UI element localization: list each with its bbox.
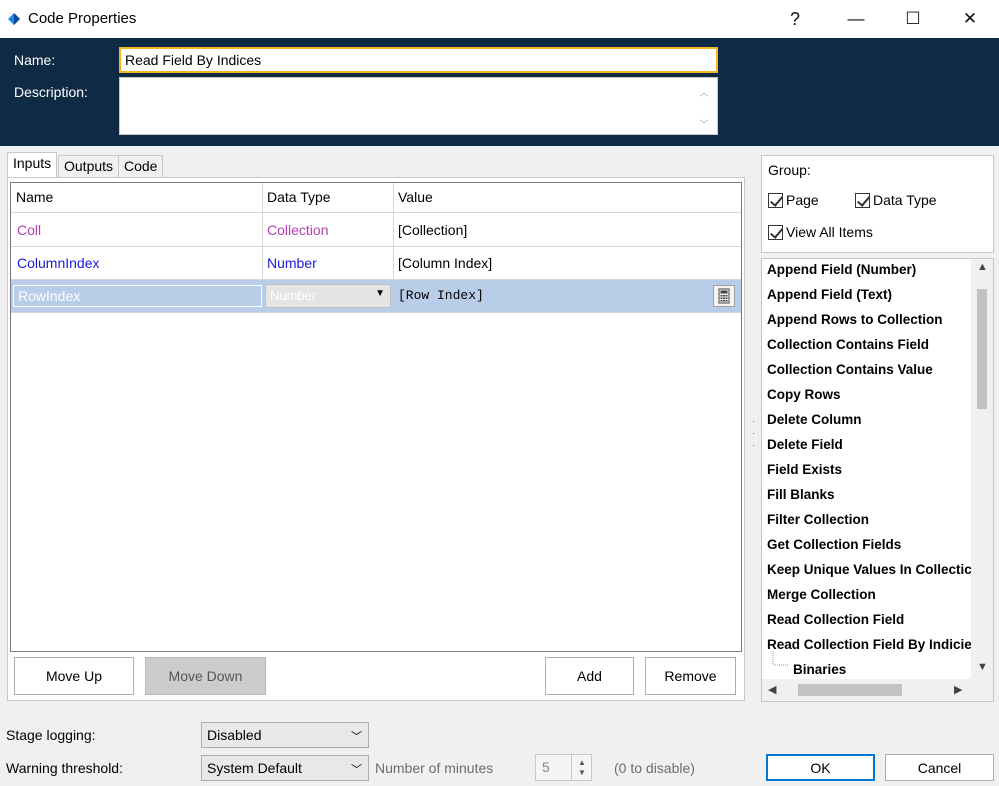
list-item[interactable]: Read Collection Field By Indicie <box>767 637 972 652</box>
row-data-type: Number <box>270 288 317 303</box>
splitter-grip[interactable]: · · · <box>752 416 755 452</box>
tree-connector-icon <box>772 651 789 666</box>
app-icon <box>8 13 20 25</box>
column-header-data-type[interactable]: Data Type <box>267 189 331 205</box>
disable-hint: (0 to disable) <box>614 760 695 776</box>
row-data-type: Collection <box>267 222 329 238</box>
scroll-left-icon[interactable]: ◀ <box>768 683 776 696</box>
stepper-arrows[interactable]: ▲ ▼ <box>571 755 591 780</box>
tab-code[interactable]: Code <box>118 155 164 177</box>
add-button[interactable]: Add <box>545 657 634 695</box>
minutes-label: Number of minutes <box>375 760 494 776</box>
description-label: Description: <box>14 84 88 100</box>
chevron-down-icon: ﹀ <box>351 764 362 776</box>
group-options: Group: Page Data Type View All Items <box>761 155 994 253</box>
row-value: [Collection] <box>398 222 468 238</box>
list-item[interactable]: Filter Collection <box>767 512 869 527</box>
description-scrollbar[interactable]: ︿ ﹀ <box>691 78 717 134</box>
warning-threshold-label: Warning threshold: <box>6 760 123 776</box>
horizontal-scrollbar[interactable]: ◀ ▶ <box>762 679 993 701</box>
scroll-up-icon: ︿ <box>699 88 709 99</box>
row-name: Coll <box>17 222 42 238</box>
list-item[interactable]: Field Exists <box>767 462 842 477</box>
grid-header: Name Data Type Value <box>11 183 741 213</box>
table-row-selected[interactable]: RowIndex Number ▼ [Row Index] <box>11 280 741 313</box>
checkbox-checked-icon <box>768 192 783 208</box>
list-item[interactable]: Append Field (Text) <box>767 287 892 302</box>
name-label: Name: <box>14 52 56 68</box>
row-value: [Column Index] <box>398 255 493 271</box>
checkbox-checked-icon <box>768 224 783 240</box>
tab-inputs[interactable]: Inputs <box>7 152 58 178</box>
description-input[interactable]: ︿ ﹀ <box>119 77 718 135</box>
data-type-checkbox-label: Data Type <box>873 192 937 208</box>
warning-threshold-value: System Default <box>207 760 302 776</box>
dropdown-arrow-icon: ▼ <box>375 288 385 299</box>
column-header-name[interactable]: Name <box>16 189 53 205</box>
table-row[interactable]: ColumnIndex Number [Column Index] <box>11 247 741 280</box>
list-item[interactable]: Merge Collection <box>767 587 876 602</box>
view-all-items-label: View All Items <box>786 224 873 240</box>
table-row[interactable]: Coll Collection [Collection] <box>11 214 741 247</box>
list-item[interactable]: Collection Contains Field <box>767 337 929 352</box>
calculator-icon[interactable] <box>713 285 735 307</box>
list-item[interactable]: Read Collection Field <box>767 612 904 627</box>
scrollbar-thumb[interactable] <box>798 684 902 696</box>
stage-logging-select[interactable]: Disabled ﹀ <box>201 722 369 748</box>
stage-logging-value: Disabled <box>207 727 262 743</box>
minutes-stepper[interactable]: 5 ▲ ▼ <box>535 754 592 781</box>
remove-button[interactable]: Remove <box>645 657 736 695</box>
row-data-type: Number <box>267 255 317 271</box>
move-down-button[interactable]: Move Down <box>145 657 266 695</box>
scroll-down-icon: ﹀ <box>699 120 709 131</box>
group-label: Group: <box>768 162 811 178</box>
cancel-button[interactable]: Cancel <box>885 754 994 781</box>
page-checkbox-label: Page <box>786 192 819 208</box>
list-item[interactable]: Delete Column <box>767 412 862 427</box>
item-list[interactable]: Append Field (Number) Append Field (Text… <box>761 258 994 702</box>
list-item[interactable]: Collection Contains Value <box>767 362 933 377</box>
list-item[interactable]: Fill Blanks <box>767 487 835 502</box>
row-value[interactable]: [Row Index] <box>398 288 484 303</box>
ok-button[interactable]: OK <box>766 754 875 781</box>
column-header-value[interactable]: Value <box>398 189 433 205</box>
maximize-button[interactable]: ☐ <box>884 0 942 38</box>
stepper-down-icon[interactable]: ▼ <box>578 768 586 777</box>
title-bar: Code Properties ? — ☐ ✕ <box>0 0 999 38</box>
warning-threshold-select[interactable]: System Default ﹀ <box>201 755 369 781</box>
row-name-editor[interactable]: RowIndex <box>13 285 262 307</box>
list-item[interactable]: Copy Rows <box>767 387 841 402</box>
help-button[interactable]: ? <box>766 0 824 38</box>
list-item[interactable]: Delete Field <box>767 437 843 452</box>
scroll-down-icon[interactable]: ▼ <box>977 661 988 673</box>
row-name: ColumnIndex <box>17 255 100 271</box>
name-input[interactable]: Read Field By Indices <box>119 47 718 73</box>
inputs-grid: Name Data Type Value Coll Collection [Co… <box>10 182 742 652</box>
minutes-value: 5 <box>542 759 550 775</box>
chevron-down-icon: ﹀ <box>351 731 362 743</box>
scroll-up-icon[interactable]: ▲ <box>977 261 988 273</box>
stepper-up-icon[interactable]: ▲ <box>578 758 586 767</box>
move-up-button[interactable]: Move Up <box>14 657 134 695</box>
scroll-right-icon[interactable]: ▶ <box>954 683 962 696</box>
list-item[interactable]: Get Collection Fields <box>767 537 901 552</box>
data-type-checkbox[interactable]: Data Type <box>855 192 937 208</box>
list-item[interactable]: Keep Unique Values In Collectic <box>767 562 972 577</box>
page-checkbox[interactable]: Page <box>768 192 819 208</box>
vertical-scrollbar[interactable]: ▲ ▼ <box>971 259 993 680</box>
scrollbar-thumb[interactable] <box>977 289 987 409</box>
list-item-child[interactable]: Binaries <box>793 662 846 677</box>
checkbox-checked-icon <box>855 192 870 208</box>
window-title: Code Properties <box>28 10 137 27</box>
view-all-items-checkbox[interactable]: View All Items <box>768 224 873 240</box>
minimize-button[interactable]: — <box>827 0 885 38</box>
close-button[interactable]: ✕ <box>941 0 999 38</box>
row-data-type-dropdown[interactable]: Number ▼ <box>265 284 391 308</box>
list-item[interactable]: Append Rows to Collection <box>767 312 943 327</box>
list-item[interactable]: Append Field (Number) <box>767 262 916 277</box>
stage-logging-label: Stage logging: <box>6 727 96 743</box>
tab-outputs[interactable]: Outputs <box>58 155 120 177</box>
